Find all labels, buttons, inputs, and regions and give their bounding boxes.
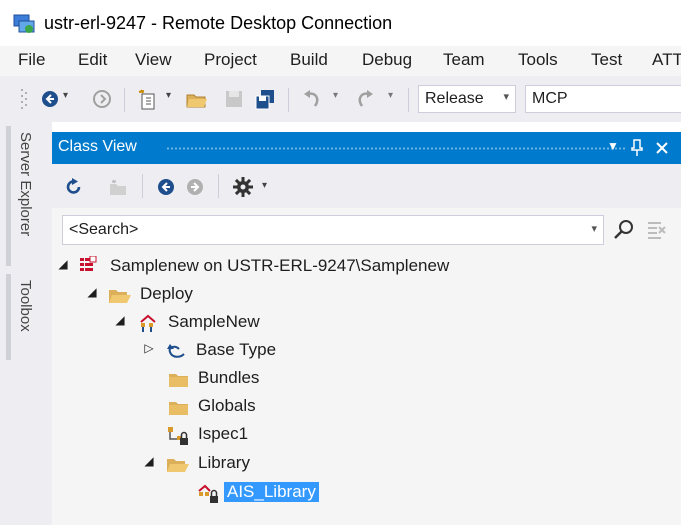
header-grip[interactable] — [166, 147, 626, 150]
collapsed-arrow-icon[interactable]: ▷ — [142, 341, 156, 355]
solution-platform-select[interactable]: MCP — [525, 85, 681, 113]
tree-node-label: Ispec1 — [198, 424, 249, 443]
back-dropdown-icon[interactable]: ▾ — [63, 90, 68, 101]
tab-toolbox-label: Toolbox — [17, 280, 34, 332]
pin-icon[interactable] — [630, 139, 644, 157]
folder-open-icon — [109, 290, 131, 303]
toolbar-separator — [408, 88, 409, 112]
forward-icon[interactable] — [185, 177, 205, 197]
clear-search-icon[interactable] — [645, 219, 667, 241]
menu-project[interactable]: Project — [204, 50, 257, 70]
expanded-arrow-icon[interactable]: ◢ — [56, 257, 70, 271]
toolbar-grip-icon — [21, 89, 27, 109]
class-view-title: Class View — [58, 138, 137, 155]
close-icon[interactable] — [655, 141, 669, 155]
library-item-icon — [198, 484, 218, 503]
new-dropdown-icon[interactable]: ▾ — [166, 90, 171, 101]
solution-configuration-value: Release — [425, 90, 484, 107]
menu-debug[interactable]: Debug — [362, 50, 412, 70]
solution-configuration-select[interactable]: Release ▾ — [418, 85, 516, 113]
undo-icon[interactable] — [302, 89, 322, 109]
tree-node-label: Library — [198, 453, 250, 472]
class-view-settings-new-folder-icon[interactable] — [108, 178, 128, 198]
save-all-icon[interactable] — [254, 89, 276, 111]
settings-dropdown-icon[interactable]: ▾ — [262, 180, 267, 191]
folder-icon — [169, 402, 188, 415]
tree-node-label: Base Type — [196, 340, 277, 359]
class-view-search-input[interactable]: <Search> ▾ — [62, 215, 604, 245]
window-title: ustr-erl-9247 - Remote Desktop Connectio… — [44, 13, 393, 33]
search-input-value: <Search> — [69, 221, 139, 238]
tree-node-globals[interactable]: Globals — [52, 394, 681, 420]
tree-node-solution[interactable]: ◢ Samplenew on USTR-ERL-9247\Samplenew — [52, 254, 681, 280]
class-view-tree: ◢ Samplenew on USTR-ERL-9247\Samplenew ◢… — [52, 252, 681, 512]
tree-node-label: Deploy — [140, 284, 193, 303]
tree-node-ispec1[interactable]: Ispec1 — [52, 422, 681, 448]
menu-tools[interactable]: Tools — [518, 50, 558, 70]
back-icon[interactable] — [156, 177, 176, 197]
navigate-back-icon[interactable] — [40, 89, 60, 109]
main-toolbar: ▾ ▾ ▾ ▾ Release ▾ MCP — [0, 76, 681, 122]
class-view-header: Class View ▼ — [52, 132, 681, 164]
tab-toolbox[interactable]: Toolbox — [6, 274, 48, 360]
redo-dropdown-icon[interactable]: ▾ — [388, 90, 393, 101]
tree-node-library[interactable]: ◢ Library — [52, 451, 681, 477]
tree-node-samplenew[interactable]: ◢ SampleNew — [52, 310, 681, 336]
tree-node-label: SampleNew — [168, 312, 260, 331]
tree-node-label-selected: AIS_Library — [224, 482, 319, 502]
tree-node-label: Bundles — [198, 368, 260, 387]
dock-tab-indicator — [6, 126, 11, 266]
save-icon[interactable] — [224, 89, 244, 109]
folder-icon — [169, 374, 188, 387]
toolbar-separator — [218, 174, 219, 198]
expanded-arrow-icon[interactable]: ◢ — [113, 313, 127, 327]
tree-node-deploy[interactable]: ◢ Deploy — [52, 282, 681, 308]
toolbar-separator — [124, 88, 125, 112]
menu-edit[interactable]: Edit — [78, 50, 107, 70]
redo-icon[interactable] — [355, 89, 375, 109]
gear-icon[interactable] — [232, 176, 254, 198]
search-icon[interactable] — [613, 219, 635, 241]
refresh-icon[interactable] — [64, 177, 84, 197]
open-folder-icon[interactable] — [186, 89, 208, 111]
tree-node-bundles[interactable]: Bundles — [52, 366, 681, 392]
side-dock: Server Explorer Toolbox — [0, 122, 52, 525]
dock-tab-indicator — [6, 274, 11, 360]
chevron-down-icon: ▾ — [503, 91, 509, 103]
chevron-down-icon[interactable]: ▾ — [591, 222, 597, 235]
menu-test[interactable]: Test — [591, 50, 622, 70]
tree-node-label: Samplenew on USTR-ERL-9247\Samplenew — [110, 256, 450, 275]
tree-node-base-type[interactable]: ▷ Base Type — [52, 338, 681, 364]
tree-node-label: Globals — [198, 396, 256, 415]
menu-bar: File Edit View Project Build Debug Team … — [0, 46, 681, 76]
tab-server-explorer[interactable]: Server Explorer — [6, 126, 48, 266]
remote-desktop-icon — [13, 14, 35, 33]
window-title-bar: ustr-erl-9247 - Remote Desktop Connectio… — [0, 0, 681, 46]
project-icon — [140, 314, 156, 332]
navigate-forward-icon[interactable] — [92, 89, 112, 109]
menu-team[interactable]: Team — [443, 50, 485, 70]
window-position-dropdown-icon[interactable]: ▼ — [607, 139, 619, 153]
ispec-icon — [168, 427, 188, 445]
solution-icon — [80, 256, 97, 271]
class-view-toolbar: ▾ — [52, 164, 681, 208]
toolbar-separator — [142, 174, 143, 198]
menu-file[interactable]: File — [18, 50, 45, 70]
base-type-icon — [167, 344, 185, 358]
expanded-arrow-icon[interactable]: ◢ — [142, 454, 156, 468]
undo-dropdown-icon[interactable]: ▾ — [333, 90, 338, 101]
tree-node-ais-library[interactable]: AIS_Library — [52, 480, 681, 506]
expanded-arrow-icon[interactable]: ◢ — [85, 285, 99, 299]
menu-view[interactable]: View — [135, 50, 172, 70]
toolbar-separator — [288, 88, 289, 112]
new-project-icon[interactable] — [138, 89, 160, 111]
tab-server-explorer-label: Server Explorer — [17, 132, 34, 237]
folder-open-icon — [167, 459, 189, 472]
menu-att[interactable]: ATT — [652, 50, 681, 70]
menu-build[interactable]: Build — [290, 50, 328, 70]
solution-platform-value: MCP — [532, 90, 568, 107]
